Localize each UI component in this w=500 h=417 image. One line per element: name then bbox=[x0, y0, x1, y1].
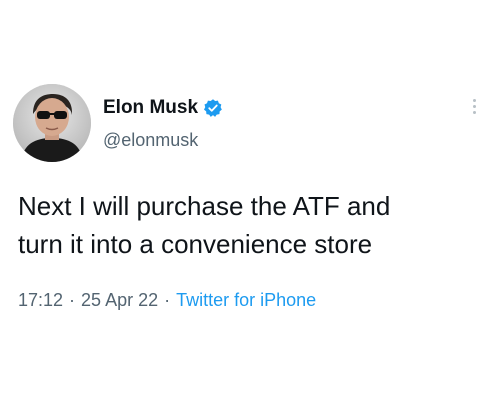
meta-separator: · bbox=[69, 290, 76, 310]
tweet-text: Next I will purchase the ATF and turn it… bbox=[18, 187, 488, 263]
avatar[interactable] bbox=[13, 84, 91, 162]
avatar-photo bbox=[13, 84, 91, 162]
tweet-text-line: Next I will purchase the ATF and bbox=[18, 191, 391, 221]
tweet-meta: 17:12 · 25 Apr 22 · Twitter for iPhone bbox=[18, 290, 316, 311]
verified-badge-icon bbox=[203, 98, 223, 118]
tweet-card: Elon Musk @elonmusk Next I will purchase… bbox=[0, 0, 500, 417]
display-name[interactable]: Elon Musk bbox=[103, 97, 198, 119]
more-vertical-icon[interactable] bbox=[466, 96, 482, 124]
tweet-time[interactable]: 17:12 bbox=[18, 290, 63, 310]
tweet-date[interactable]: 25 Apr 22 bbox=[81, 290, 158, 310]
user-handle[interactable]: @elonmusk bbox=[103, 130, 198, 151]
meta-separator: · bbox=[164, 290, 171, 310]
name-row: Elon Musk bbox=[103, 96, 223, 120]
tweet-source[interactable]: Twitter for iPhone bbox=[176, 290, 316, 310]
tweet-text-line: turn it into a convenience store bbox=[18, 229, 373, 259]
